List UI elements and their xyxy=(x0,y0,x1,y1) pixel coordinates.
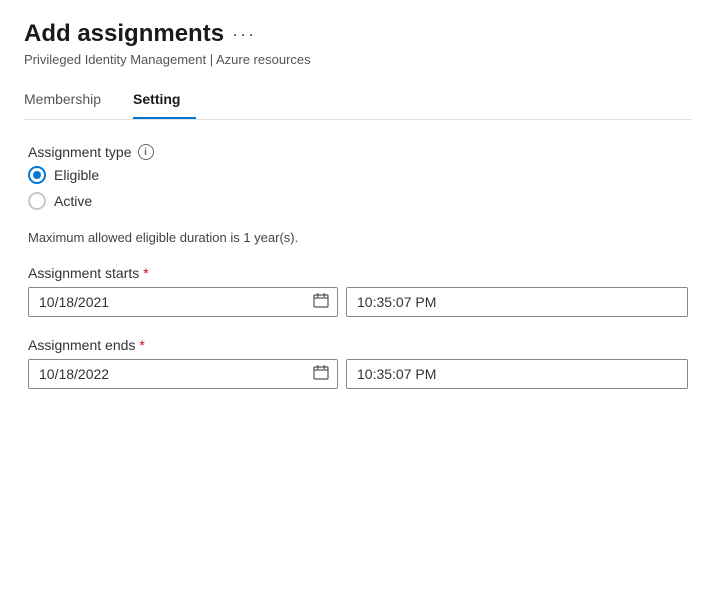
eligible-radio[interactable] xyxy=(28,166,46,184)
more-options-icon[interactable]: ··· xyxy=(232,24,256,45)
assignment-type-label: Assignment type i xyxy=(28,144,688,160)
assignment-type-radio-group: Eligible Active xyxy=(28,166,688,210)
page-title: Add assignments xyxy=(24,20,224,48)
title-row: Add assignments ··· xyxy=(24,20,692,48)
tab-setting[interactable]: Setting xyxy=(133,83,196,119)
starts-date-wrapper xyxy=(28,287,338,317)
header: Add assignments ··· Privileged Identity … xyxy=(24,20,692,67)
ends-required-star: * xyxy=(139,337,144,353)
active-radio[interactable] xyxy=(28,192,46,210)
starts-input-row xyxy=(28,287,688,317)
assignment-ends-section: Assignment ends * xyxy=(28,337,688,389)
assignment-starts-section: Assignment starts * xyxy=(28,265,688,317)
tab-membership[interactable]: Membership xyxy=(24,83,117,119)
active-radio-label[interactable]: Active xyxy=(28,192,688,210)
ends-calendar-icon[interactable] xyxy=(305,364,337,385)
starts-calendar-icon[interactable] xyxy=(305,292,337,313)
starts-required-star: * xyxy=(143,265,148,281)
assignment-starts-label: Assignment starts * xyxy=(28,265,688,281)
assignment-type-info-icon[interactable]: i xyxy=(138,144,154,160)
assignment-ends-label: Assignment ends * xyxy=(28,337,688,353)
ends-time-input[interactable] xyxy=(346,359,688,389)
ends-input-row xyxy=(28,359,688,389)
starts-time-input[interactable] xyxy=(346,287,688,317)
ends-date-wrapper xyxy=(28,359,338,389)
starts-date-input[interactable] xyxy=(29,288,305,316)
subtitle: Privileged Identity Management | Azure r… xyxy=(24,52,692,67)
form-section: Assignment type i Eligible Active Maximu… xyxy=(24,144,692,389)
duration-info-text: Maximum allowed eligible duration is 1 y… xyxy=(28,230,688,245)
tabs-row: Membership Setting xyxy=(24,83,692,120)
ends-date-input[interactable] xyxy=(29,360,305,388)
assignment-type-group: Assignment type i Eligible Active xyxy=(28,144,688,210)
eligible-radio-label[interactable]: Eligible xyxy=(28,166,688,184)
